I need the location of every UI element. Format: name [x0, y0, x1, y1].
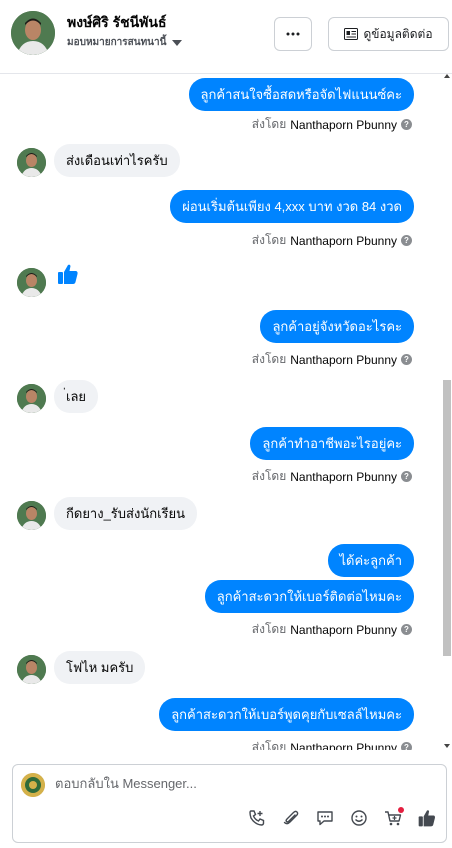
incoming-message[interactable]: ส่งเดือนเท่าไรครับ [54, 144, 180, 177]
sent-by-line: ส่งโดย Nanthaporn Pbunny? [252, 350, 412, 369]
outgoing-message[interactable]: ผ่อนเริ่มต้นเพียง 4,xxx บาท งวด 84 งวด [170, 190, 414, 223]
chat-scrollbar[interactable] [442, 74, 452, 750]
contact-avatar[interactable] [11, 11, 55, 55]
incoming-message[interactable]: โฟไห มครับ [54, 651, 146, 684]
info-icon[interactable]: ? [401, 742, 412, 750]
sender-name: Nanthaporn Pbunny [290, 469, 397, 484]
notification-dot [398, 807, 404, 813]
contact-avatar-small [17, 148, 46, 177]
sent-by-line: ส่งโดย Nanthaporn Pbunny? [252, 620, 412, 639]
sent-by-line: ส่งโดย Nanthaporn Pbunny? [252, 231, 412, 250]
info-icon[interactable]: ? [401, 624, 412, 635]
reply-input[interactable] [55, 776, 435, 791]
caret-down-icon [172, 39, 183, 46]
outgoing-message[interactable]: ลูกค้าสะดวกให้เบอร์พูดคุยกับเซลล์ไหมคะ [159, 698, 414, 731]
incoming-message[interactable]: กีดยาง_รับส่งนักเรียน [54, 497, 198, 530]
sender-name: Nanthaporn Pbunny [290, 352, 397, 367]
sender-name: Nanthaporn Pbunny [290, 117, 397, 132]
message-thread[interactable]: ลูกค้าสนใจซื้อสดหรือจัดไฟแนนซ์คะ ส่งโดย N… [0, 74, 440, 750]
attachment-icon[interactable] [280, 807, 302, 829]
more-options-button[interactable] [274, 17, 312, 51]
message-composer [12, 764, 447, 843]
sender-name: Nanthaporn Pbunny [290, 233, 397, 248]
conversation-header: พงษ์ศิริ รัชนีพันธ์ มอบหมายการสนทนานี้ ด… [0, 0, 452, 74]
assign-conversation-dropdown[interactable]: มอบหมายการสนทนานี้ [67, 35, 183, 50]
emoji-icon[interactable] [348, 807, 370, 829]
sent-by-line: ส่งโดย Nanthaporn Pbunny? [252, 115, 412, 134]
info-icon[interactable]: ? [401, 119, 412, 130]
contact-card-icon [344, 28, 359, 40]
outgoing-message[interactable]: ลูกค้าอยู่จังหวัดอะไรคะ [260, 310, 414, 343]
sender-name: Nanthaporn Pbunny [290, 622, 397, 637]
ellipsis-icon [286, 32, 300, 36]
incoming-message[interactable]: ่เลย [54, 380, 99, 413]
composer-toolbar [246, 807, 438, 829]
outgoing-message[interactable]: ลูกค้าสนใจซื้อสดหรือจัดไฟแนนซ์คะ [188, 78, 414, 111]
assign-label: มอบหมายการสนทนานี้ [67, 37, 167, 48]
info-icon[interactable]: ? [401, 354, 412, 365]
outgoing-message[interactable]: ลูกค้าทำอาชีพอะไรอยู่คะ [250, 427, 414, 460]
contact-avatar-small [17, 384, 46, 413]
thumbs-up-icon[interactable] [56, 262, 80, 286]
saved-reply-icon[interactable] [314, 807, 336, 829]
scroll-down-arrow[interactable] [444, 744, 450, 748]
sent-by-line: ส่งโดย Nanthaporn Pbunny? [252, 467, 412, 486]
contact-avatar-small [17, 655, 46, 684]
phone-icon[interactable] [246, 807, 268, 829]
cart-icon[interactable] [382, 807, 404, 829]
view-contact-button[interactable]: ดูข้อมูลติดต่อ [328, 17, 449, 51]
outgoing-message[interactable]: ลูกค้าสะดวกให้เบอร์ติดต่อไหมคะ [204, 580, 414, 613]
view-contact-label: ดูข้อมูลติดต่อ [363, 26, 433, 41]
scroll-thumb[interactable] [443, 380, 451, 656]
sent-by-line: ส่งโดย Nanthaporn Pbunny? [252, 738, 412, 750]
sender-name: Nanthaporn Pbunny [290, 740, 397, 751]
page-avatar [21, 773, 45, 797]
contact-avatar-small [17, 501, 46, 530]
contact-name: พงษ์ศิริ รัชนีพันธ์ [67, 14, 167, 30]
like-icon[interactable] [416, 807, 438, 829]
scroll-up-arrow[interactable] [444, 74, 450, 78]
info-icon[interactable]: ? [401, 235, 412, 246]
outgoing-message[interactable]: ได้ค่ะลูกค้า [327, 544, 414, 577]
contact-avatar-small [17, 268, 46, 297]
info-icon[interactable]: ? [401, 471, 412, 482]
